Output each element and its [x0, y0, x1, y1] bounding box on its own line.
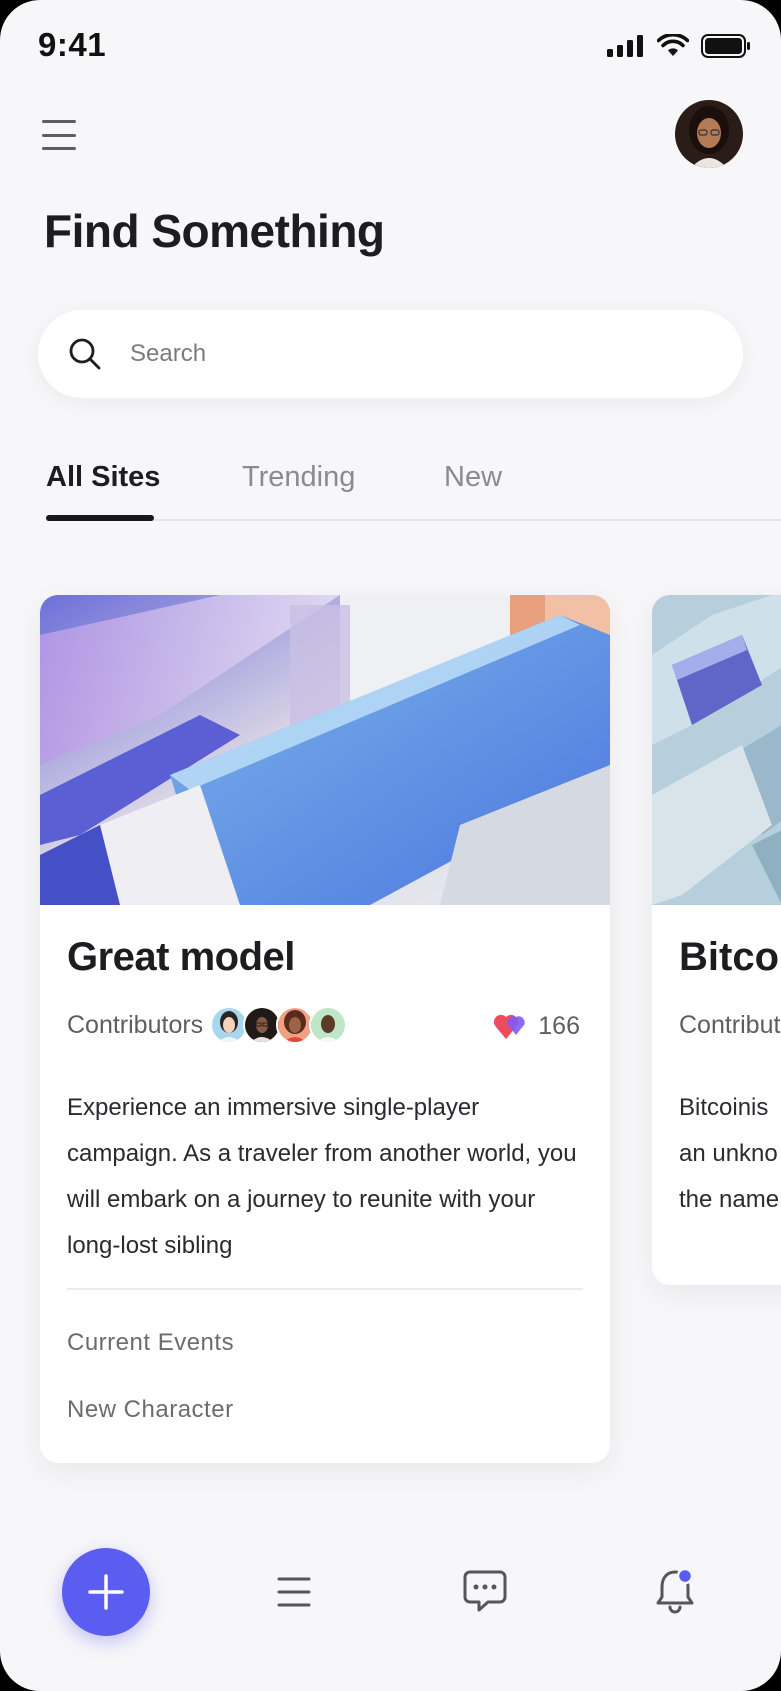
description-line: an unkno: [679, 1140, 778, 1167]
card-title: Bitcoi: [679, 935, 781, 979]
contributor-avatar: [309, 1006, 347, 1044]
card-title: Great model: [67, 935, 295, 979]
contributors-label: Contributors: [67, 1011, 204, 1039]
tab-trending[interactable]: Trending: [242, 461, 355, 494]
card-description: Bitcoinis an unkno the name: [679, 1085, 781, 1223]
profile-avatar[interactable]: [675, 100, 743, 168]
description-line: the name: [679, 1186, 780, 1213]
description-line: Bitcoinis: [679, 1094, 769, 1121]
tab-divider: [46, 519, 781, 521]
status-time: 9:41: [38, 26, 107, 63]
page-title: Find Something: [44, 205, 385, 257]
menu-line: [42, 133, 76, 137]
site-card[interactable]: Great model Contributors 166 Experience: [40, 595, 610, 1463]
search-input[interactable]: [130, 332, 690, 376]
search-icon: [69, 338, 101, 370]
status-icons: [607, 34, 751, 58]
link-new-character[interactable]: New Character: [67, 1396, 234, 1424]
battery-icon: [701, 34, 750, 58]
tab-bar: All Sites Trending New: [0, 455, 781, 521]
tab-new[interactable]: New: [444, 461, 502, 494]
notification-dot: [676, 1567, 694, 1585]
likes-counter[interactable]: 166: [494, 1011, 580, 1041]
site-card-peek[interactable]: Bitcoi Contributo Bitcoinis an unkno the…: [652, 595, 781, 1285]
link-current-events[interactable]: Current Events: [67, 1329, 234, 1357]
card-cover-image: [652, 595, 781, 905]
heart-icon: [494, 1014, 525, 1039]
bell-icon[interactable]: [652, 1566, 698, 1616]
list-icon[interactable]: [276, 1574, 312, 1610]
avatar-portrait: [675, 100, 743, 168]
menu-line: [42, 147, 76, 150]
card-cover-image: [40, 595, 610, 905]
search-bar[interactable]: [38, 310, 743, 398]
add-button[interactable]: [62, 1548, 150, 1636]
contributor-avatars[interactable]: [210, 1006, 347, 1044]
menu-line: [42, 120, 76, 123]
chat-icon[interactable]: [462, 1568, 508, 1614]
phone-screen: 9:41 Find Something Search All Sites Tre…: [0, 0, 781, 1691]
signal-icon: [607, 35, 643, 57]
card-divider: [67, 1288, 583, 1290]
tab-all-sites[interactable]: All Sites: [46, 461, 160, 494]
plus-icon: [88, 1574, 124, 1610]
likes-count: 166: [538, 1011, 580, 1040]
tab-active-indicator: [46, 515, 154, 521]
card-description: Experience an immersive single-player ca…: [67, 1094, 577, 1259]
wifi-icon: [657, 34, 689, 56]
menu-button[interactable]: [42, 118, 76, 152]
contributors-label: Contributo: [679, 1011, 781, 1039]
